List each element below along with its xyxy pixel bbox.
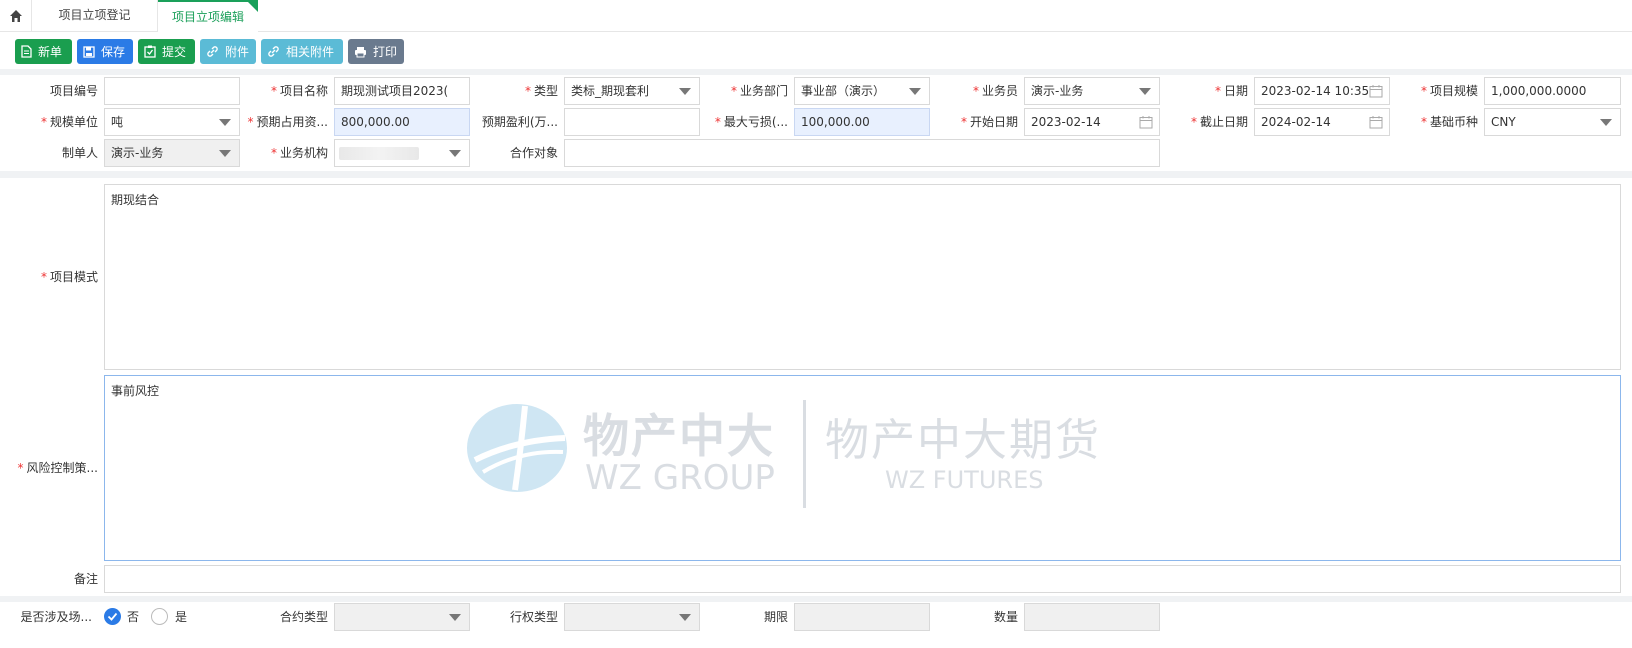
radio-yes-label: 是 [175, 610, 188, 624]
quantity-input[interactable] [1024, 603, 1160, 631]
active-tab-marker [246, 0, 258, 12]
term-input[interactable] [794, 603, 930, 631]
chevron-down-icon [679, 88, 691, 95]
chevron-down-icon [909, 88, 921, 95]
label-max-loss: * 最大亏损(... [714, 115, 788, 129]
label-salesman: * 业务员 [972, 84, 1018, 98]
date-input[interactable]: 2023-02-14 10:35 [1254, 77, 1390, 105]
print-button[interactable]: 打印 [348, 39, 404, 64]
label-business-org: * 业务机构 [270, 146, 328, 160]
label-project-scale: * 项目规模 [1420, 84, 1478, 98]
type-select[interactable]: 类标_期现套利 [564, 77, 700, 105]
related-attachment-button[interactable]: 相关附件 [261, 39, 343, 64]
chevron-down-icon [679, 614, 691, 621]
tab-bar: 项目立项登记 项目立项编辑 [0, 0, 1632, 33]
radio-yes[interactable] [151, 608, 168, 625]
label-term: 期限 [763, 610, 788, 624]
expected-capital-input[interactable]: 800,000.00 [334, 108, 470, 136]
label-contract-type: 合约类型 [279, 610, 328, 624]
label-quantity: 数量 [993, 610, 1018, 624]
expected-profit-input[interactable] [564, 108, 700, 136]
label-project-no: 项目编号 [49, 84, 98, 98]
scale-unit-select[interactable]: 吨 [104, 108, 240, 136]
label-partner: 合作对象 [509, 146, 558, 160]
calendar-icon [1369, 85, 1383, 98]
label-expected-capital: * 预期占用资... [247, 115, 328, 129]
creator-select: 演示-业务 [104, 139, 240, 167]
calendar-icon [1369, 116, 1383, 129]
base-currency-select[interactable]: CNY [1484, 108, 1621, 136]
toolbar: 新单 保存 提交 附件 相关附件 打印 [0, 33, 1632, 69]
end-date-input[interactable]: 2024-02-14 [1254, 108, 1390, 136]
label-creator: 制单人 [61, 146, 98, 160]
clipboard-check-icon [144, 45, 156, 58]
attachment-button[interactable]: 附件 [200, 39, 256, 64]
label-project-mode: * 项目模式 [40, 270, 98, 284]
separator [0, 596, 1632, 602]
check-icon [107, 612, 118, 621]
business-org-select[interactable] [334, 139, 470, 167]
max-loss-input[interactable]: 100,000.00 [794, 108, 930, 136]
radio-no-label: 否 [127, 610, 140, 624]
label-project-name: * 项目名称 [270, 84, 328, 98]
remark-input[interactable] [104, 565, 1621, 593]
contract-type-select[interactable] [334, 603, 470, 631]
separator [0, 171, 1632, 178]
label-remark: 备注 [73, 572, 98, 586]
submit-button[interactable]: 提交 [138, 39, 195, 64]
link-icon [268, 46, 279, 57]
redacted-value [339, 147, 419, 160]
start-date-input[interactable]: 2023-02-14 [1024, 108, 1160, 136]
salesman-select[interactable]: 演示-业务 [1024, 77, 1160, 105]
save-button[interactable]: 保存 [77, 39, 133, 64]
risk-strategy-textarea[interactable]: 事前风控 [104, 375, 1621, 561]
label-scale-unit: * 规模单位 [40, 115, 98, 129]
label-type: * 类型 [524, 84, 558, 98]
label-base-currency: * 基础币种 [1420, 115, 1478, 129]
label-date: * 日期 [1214, 84, 1248, 98]
separator [0, 69, 1632, 75]
chevron-down-icon [219, 150, 231, 157]
partner-input[interactable] [564, 139, 1160, 167]
chevron-down-icon [449, 614, 461, 621]
label-department: * 业务部门 [730, 84, 788, 98]
label-risk-strategy: * 风险控制策... [17, 461, 98, 475]
calendar-icon [1139, 116, 1153, 129]
department-select[interactable]: 事业部（演示） [794, 77, 930, 105]
document-icon [21, 45, 32, 58]
link-icon [207, 46, 218, 57]
chevron-down-icon [1600, 119, 1612, 126]
project-mode-textarea[interactable]: 期现结合 [104, 184, 1621, 370]
label-exercise-type: 行权类型 [509, 610, 558, 624]
printer-icon [355, 46, 366, 57]
home-icon [9, 10, 22, 22]
floppy-icon [83, 45, 95, 58]
project-name-input[interactable]: 期现测试项目2023( [334, 77, 470, 105]
home-button[interactable] [0, 0, 32, 32]
radio-no[interactable] [104, 608, 121, 625]
tab-project-registration[interactable]: 项目立项登记 [32, 0, 158, 32]
project-scale-input[interactable]: 1,000,000.0000 [1484, 77, 1621, 105]
label-end-date: * 截止日期 [1190, 115, 1248, 129]
label-start-date: * 开始日期 [960, 115, 1018, 129]
tab-project-edit[interactable]: 项目立项编辑 [158, 0, 258, 33]
new-button[interactable]: 新单 [15, 39, 72, 64]
label-involves-exchange: 是否涉及场... [20, 610, 92, 624]
label-expected-profit: 预期盈利(万... [481, 115, 558, 129]
chevron-down-icon [1139, 88, 1151, 95]
chevron-down-icon [219, 119, 231, 126]
exercise-type-select[interactable] [564, 603, 700, 631]
project-no-input[interactable] [104, 77, 240, 105]
chevron-down-icon [449, 150, 461, 157]
